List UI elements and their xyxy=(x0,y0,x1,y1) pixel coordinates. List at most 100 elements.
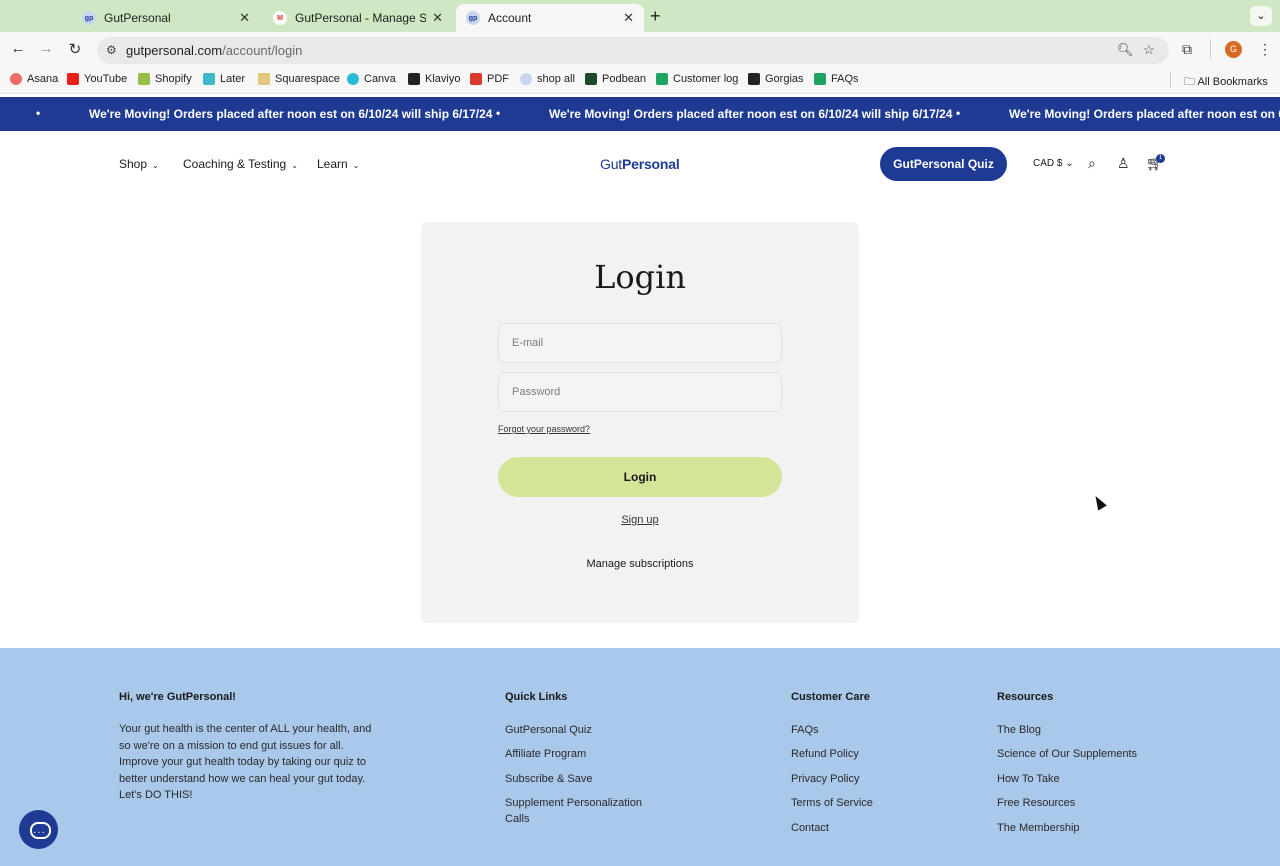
asana-icon xyxy=(10,73,22,85)
logo-prefix: Gut xyxy=(600,156,622,172)
footer-link[interactable]: GutPersonal Quiz xyxy=(505,722,592,738)
browser-tab[interactable]: gp GutPersonal ✕ xyxy=(72,4,260,32)
browser-tab-active[interactable]: gp Account ✕ xyxy=(456,4,644,32)
sheets-icon xyxy=(656,73,668,85)
bookmark-label: Gorgias xyxy=(765,73,804,85)
email-field[interactable] xyxy=(498,323,782,363)
search-icon[interactable]: ⌕ xyxy=(1088,155,1096,172)
login-button[interactable]: Login xyxy=(498,457,782,497)
nav-learn[interactable]: Learn ⌄ xyxy=(317,157,359,171)
footer-link[interactable]: Free Resources xyxy=(997,795,1075,811)
canva-icon xyxy=(347,73,359,85)
bookmark-podbean[interactable]: Podbean xyxy=(585,73,646,85)
site-logo[interactable]: GutPersonal xyxy=(600,156,680,172)
sheets-icon xyxy=(814,73,826,85)
klaviyo-icon xyxy=(408,73,420,85)
bookmark-label: Podbean xyxy=(602,73,647,85)
bookmark-pdf[interactable]: PDF xyxy=(470,73,509,85)
close-icon[interactable]: ✕ xyxy=(623,10,634,26)
logo-suffix: Personal xyxy=(621,156,680,172)
footer-customer-care-heading: Customer Care xyxy=(791,691,870,703)
tab-search-button[interactable]: ⌄ xyxy=(1250,6,1272,26)
forgot-password-link[interactable]: Forgot your password? xyxy=(498,424,590,434)
bookmark-canva[interactable]: Canva xyxy=(347,73,396,85)
announcement-text: We're Moving! Orders placed after noon e… xyxy=(1009,107,1280,121)
bookmark-faqs[interactable]: FAQs xyxy=(814,73,859,85)
bookmarks-bar: Asana YouTube Shopify Later Squarespace … xyxy=(0,68,1280,94)
chat-widget-button[interactable]: ··· xyxy=(19,810,58,849)
bookmark-asana[interactable]: Asana xyxy=(10,73,58,85)
zoom-icon[interactable]: 🔍︎ xyxy=(1117,42,1134,58)
later-icon xyxy=(203,73,215,85)
squarespace-icon xyxy=(258,73,270,85)
quiz-button[interactable]: GutPersonal Quiz xyxy=(880,147,1007,181)
address-bar[interactable]: ⚙ gutpersonal.com/account/login 🔍︎ ☆ xyxy=(97,37,1169,64)
footer-link[interactable]: Affiliate Program xyxy=(505,746,586,762)
browser-toolbar: ← → ↻ ⚙ gutpersonal.com/account/login 🔍︎… xyxy=(0,32,1280,68)
bookmark-label: YouTube xyxy=(84,73,128,85)
shopify-icon xyxy=(138,73,150,85)
back-icon[interactable]: ← xyxy=(8,40,28,57)
currency-label: CAD $ xyxy=(1033,158,1063,169)
bookmark-later[interactable]: Later xyxy=(203,73,245,85)
login-card: Login Forgot your password? Login Sign u… xyxy=(421,222,859,623)
chevron-down-icon: ⌄ xyxy=(352,161,360,170)
signup-link[interactable]: Sign up xyxy=(621,514,658,526)
url-text[interactable]: gutpersonal.com/account/login xyxy=(126,43,302,58)
toolbar-divider xyxy=(1210,39,1211,59)
footer-link[interactable]: Science of Our Supplements xyxy=(997,746,1137,762)
footer-link[interactable]: The Membership xyxy=(997,820,1080,836)
footer-link[interactable]: Subscribe & Save xyxy=(505,771,592,787)
profile-avatar[interactable]: G xyxy=(1225,41,1242,58)
footer-link[interactable]: FAQs xyxy=(791,722,819,738)
page-title: Login xyxy=(594,258,686,296)
footer-quick-links-heading: Quick Links xyxy=(505,691,568,703)
chevron-down-icon: ⌄ xyxy=(291,161,298,170)
close-icon[interactable]: ✕ xyxy=(432,10,443,26)
reload-icon[interactable]: ↻ xyxy=(65,40,85,58)
bookmark-shop-all[interactable]: shop all xyxy=(520,73,575,85)
nav-label: Coaching & Testing xyxy=(183,157,287,171)
forward-icon[interactable]: → xyxy=(36,40,56,57)
mouse-cursor-icon xyxy=(1091,493,1107,511)
footer-link[interactable]: Privacy Policy xyxy=(791,771,859,787)
site-info-icon[interactable]: ⚙ xyxy=(106,43,117,57)
all-bookmarks[interactable]: 🗀 All Bookmarks xyxy=(1184,73,1268,92)
podbean-icon xyxy=(585,73,597,85)
account-icon[interactable]: ♙ xyxy=(1117,155,1130,172)
footer-link[interactable]: Supplement Personalization Calls xyxy=(505,795,655,827)
footer-link[interactable]: Refund Policy xyxy=(791,746,859,762)
footer-resources-heading: Resources xyxy=(997,691,1054,703)
star-icon[interactable]: ☆ xyxy=(1143,42,1155,58)
tab-title: GutPersonal xyxy=(104,11,171,25)
footer-about-text: Your gut health is the center of ALL you… xyxy=(119,723,372,801)
cart-count-badge: 1 xyxy=(1156,154,1165,163)
gutpersonal-icon: gp xyxy=(466,11,480,25)
bookmark-shopify[interactable]: Shopify xyxy=(138,73,192,85)
bookmark-customer-log[interactable]: Customer log xyxy=(656,73,738,85)
extensions-icon[interactable]: ⧉ xyxy=(1182,41,1192,58)
password-field[interactable] xyxy=(498,372,782,412)
manage-subscriptions-link[interactable]: Manage subscriptions xyxy=(421,558,859,570)
bookmark-gorgias[interactable]: Gorgias xyxy=(748,73,804,85)
bookmark-label: Customer log xyxy=(673,73,739,85)
bookmark-label: Squarespace xyxy=(275,73,340,85)
menu-icon[interactable]: ⋮ xyxy=(1258,41,1272,58)
bookmark-squarespace[interactable]: Squarespace xyxy=(258,73,340,85)
nav-shop[interactable]: Shop ⌄ xyxy=(119,157,159,171)
signup-row: Sign up xyxy=(421,514,859,526)
announcement-bar: • We're Moving! Orders placed after noon… xyxy=(0,97,1280,131)
footer-link[interactable]: The Blog xyxy=(997,722,1041,738)
bookmark-klaviyo[interactable]: Klaviyo xyxy=(408,73,460,85)
nav-coaching-testing[interactable]: Coaching & Testing ⌄ xyxy=(183,157,298,171)
bookmark-youtube[interactable]: YouTube xyxy=(67,73,127,85)
close-icon[interactable]: ✕ xyxy=(239,10,250,26)
separator-dot: • xyxy=(36,106,41,120)
footer-link[interactable]: Contact xyxy=(791,820,829,836)
new-tab-button[interactable]: + xyxy=(650,6,661,27)
currency-selector[interactable]: CAD $ ⌄ xyxy=(1033,158,1074,169)
browser-tab[interactable]: M GutPersonal - Manage Subscri ✕ xyxy=(263,4,453,32)
footer-link[interactable]: Terms of Service xyxy=(791,795,873,811)
gorgias-icon xyxy=(748,73,760,85)
footer-link[interactable]: How To Take xyxy=(997,771,1060,787)
